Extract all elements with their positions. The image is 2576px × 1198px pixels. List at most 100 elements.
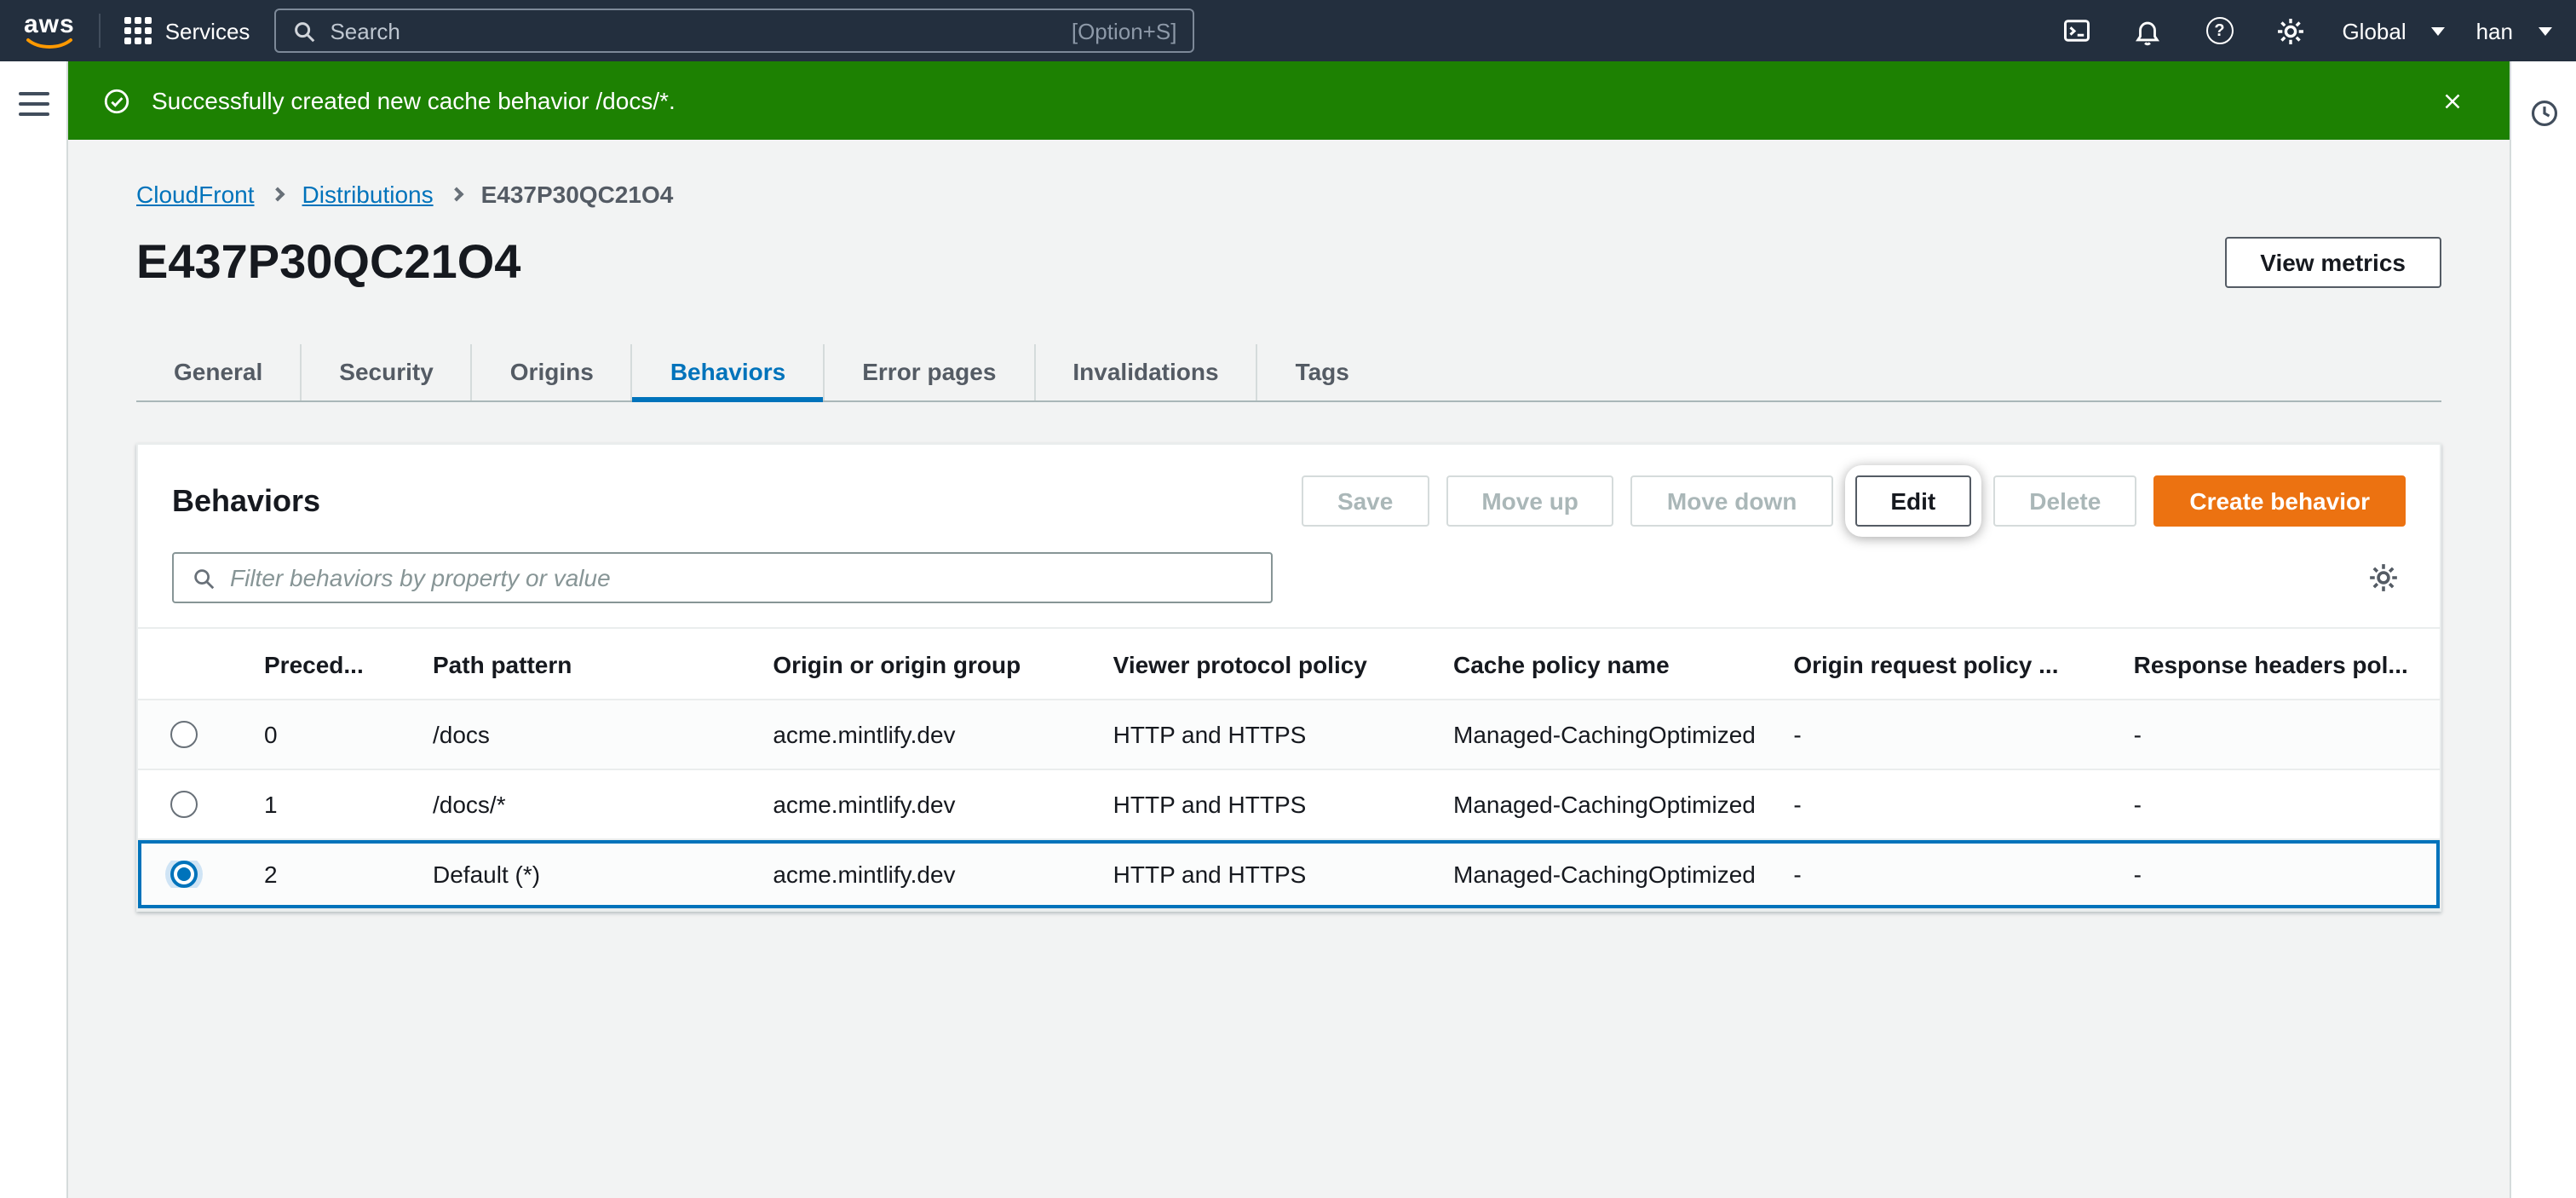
close-icon [2439, 88, 2464, 113]
account-label: han [2476, 18, 2513, 43]
edit-button-highlight: Edit [1844, 465, 1981, 537]
aws-logo-text: aws [24, 12, 75, 37]
cell-origin: acme.mintlify.dev [739, 721, 1078, 748]
move-down-button[interactable]: Move down [1631, 475, 1832, 527]
flashbar-close-button[interactable] [2428, 77, 2475, 124]
tab-general[interactable]: General [136, 344, 300, 400]
breadcrumb-current: E437P30QC21O4 [481, 181, 674, 208]
chevron-down-icon [2432, 26, 2446, 35]
cell-origin: acme.mintlify.dev [739, 861, 1078, 888]
gear-icon [2368, 562, 2399, 593]
table-preferences-button[interactable] [2361, 556, 2406, 600]
gear-icon [2276, 16, 2305, 45]
services-grid-icon [124, 17, 152, 44]
tab-invalidations[interactable]: Invalidations [1033, 344, 1256, 400]
tab-bar: General Security Origins Behaviors Error… [136, 344, 2441, 402]
cloudshell-icon [2061, 15, 2091, 46]
success-check-icon [102, 86, 131, 115]
aws-smile-icon [26, 37, 73, 49]
notifications-button[interactable] [2127, 7, 2168, 55]
cloudshell-button[interactable] [2056, 7, 2096, 55]
page-title: E437P30QC21O4 [136, 235, 520, 290]
header-origin-request-policy: Origin request policy ... [1759, 650, 2099, 677]
tab-security[interactable]: Security [300, 344, 471, 400]
help-button[interactable]: ? [2199, 7, 2240, 55]
cell-response-headers-policy: - [2100, 721, 2440, 748]
behaviors-filter-input[interactable] [230, 564, 1254, 591]
view-metrics-button[interactable]: View metrics [2224, 237, 2441, 288]
filter-box[interactable] [172, 552, 1273, 603]
move-up-button[interactable]: Move up [1446, 475, 1614, 527]
tab-tags[interactable]: Tags [1256, 344, 1387, 400]
success-flashbar: Successfully created new cache behavior … [68, 61, 2510, 140]
table-row[interactable]: 0 /docs acme.mintlify.dev HTTP and HTTPS… [138, 700, 2440, 770]
header-origin: Origin or origin group [739, 650, 1078, 677]
breadcrumb-distributions-link[interactable]: Distributions [302, 181, 434, 208]
behaviors-actions: Save Move up Move down Edit Delete Creat… [1302, 475, 2406, 527]
account-menu[interactable]: han [2476, 0, 2552, 61]
edit-button[interactable]: Edit [1854, 475, 1971, 527]
cell-path-pattern: /docs/* [399, 791, 739, 818]
table-header-row: Preced... Path pattern Origin or origin … [138, 629, 2440, 700]
breadcrumb: CloudFront Distributions E437P30QC21O4 [136, 181, 2441, 208]
left-sidebar-strip [0, 61, 68, 1198]
cell-path-pattern: /docs [399, 721, 739, 748]
region-selector[interactable]: Global [2342, 0, 2445, 61]
breadcrumb-chevron-icon [271, 187, 285, 202]
cell-origin-request-policy: - [1759, 861, 2099, 888]
help-icon: ? [2205, 17, 2233, 44]
right-panel-strip [2510, 61, 2576, 1198]
header-precedence: Preced... [230, 650, 399, 677]
cell-origin-request-policy: - [1759, 721, 2099, 748]
behaviors-card: Behaviors Save Move up Move down Edit De… [136, 443, 2441, 912]
filter-row [138, 527, 2440, 603]
bell-icon [2133, 16, 2162, 45]
breadcrumb-cloudfront-link[interactable]: CloudFront [136, 181, 255, 208]
tab-behaviors[interactable]: Behaviors [631, 344, 823, 400]
delete-button[interactable]: Delete [1993, 475, 2136, 527]
save-button[interactable]: Save [1302, 475, 1429, 527]
behaviors-table: Preced... Path pattern Origin or origin … [138, 627, 2440, 910]
table-row-selected[interactable]: 2 Default (*) acme.mintlify.dev HTTP and… [138, 840, 2440, 910]
shell: Successfully created new cache behavior … [0, 61, 2576, 1198]
right-panel-toggle-button[interactable] [2523, 89, 2564, 136]
app-root: aws Services [Option+S] [0, 0, 2576, 1198]
services-menu-button[interactable]: Services [124, 0, 250, 61]
table-row[interactable]: 1 /docs/* acme.mintlify.dev HTTP and HTT… [138, 770, 2440, 840]
cell-viewer-protocol: HTTP and HTTPS [1079, 791, 1419, 818]
row-radio-cell [138, 861, 230, 888]
cell-response-headers-policy: - [2100, 861, 2440, 888]
cell-cache-policy: Managed-CachingOptimized [1419, 721, 1759, 748]
cell-path-pattern: Default (*) [399, 861, 739, 888]
search-icon [290, 18, 316, 43]
nav-search[interactable]: [Option+S] [273, 9, 1193, 53]
tab-error-pages[interactable]: Error pages [823, 344, 1033, 400]
header-response-headers-policy: Response headers pol... [2100, 650, 2440, 677]
breadcrumb-chevron-icon [450, 187, 464, 202]
behaviors-card-header: Behaviors Save Move up Move down Edit De… [138, 445, 2440, 527]
cell-response-headers-policy: - [2100, 791, 2440, 818]
nav-search-input[interactable] [330, 18, 1057, 43]
clock-icon [2527, 96, 2560, 129]
table-body: 0 /docs acme.mintlify.dev HTTP and HTTPS… [138, 700, 2440, 910]
aws-logo[interactable]: aws [24, 12, 75, 49]
create-behavior-button[interactable]: Create behavior [2153, 475, 2406, 527]
main-content: Successfully created new cache behavior … [68, 61, 2510, 1198]
title-row: E437P30QC21O4 View metrics [136, 235, 2441, 290]
row-radio-cell [138, 791, 230, 818]
region-label: Global [2342, 18, 2406, 43]
row-radio[interactable] [170, 721, 198, 748]
flashbar-message: Successfully created new cache behavior … [152, 87, 676, 114]
header-viewer-protocol: Viewer protocol policy [1079, 650, 1419, 677]
behaviors-card-title: Behaviors [172, 483, 320, 519]
hamburger-menu-button[interactable] [11, 85, 55, 123]
row-radio[interactable] [170, 791, 198, 818]
cell-viewer-protocol: HTTP and HTTPS [1079, 721, 1419, 748]
settings-button[interactable] [2270, 7, 2311, 55]
row-radio-checked[interactable] [170, 861, 198, 888]
header-path-pattern: Path pattern [399, 650, 739, 677]
top-navigation: aws Services [Option+S] [0, 0, 2576, 61]
nav-divider [99, 14, 101, 48]
tab-origins[interactable]: Origins [471, 344, 631, 400]
nav-right-group: ? Global han [2056, 0, 2552, 61]
